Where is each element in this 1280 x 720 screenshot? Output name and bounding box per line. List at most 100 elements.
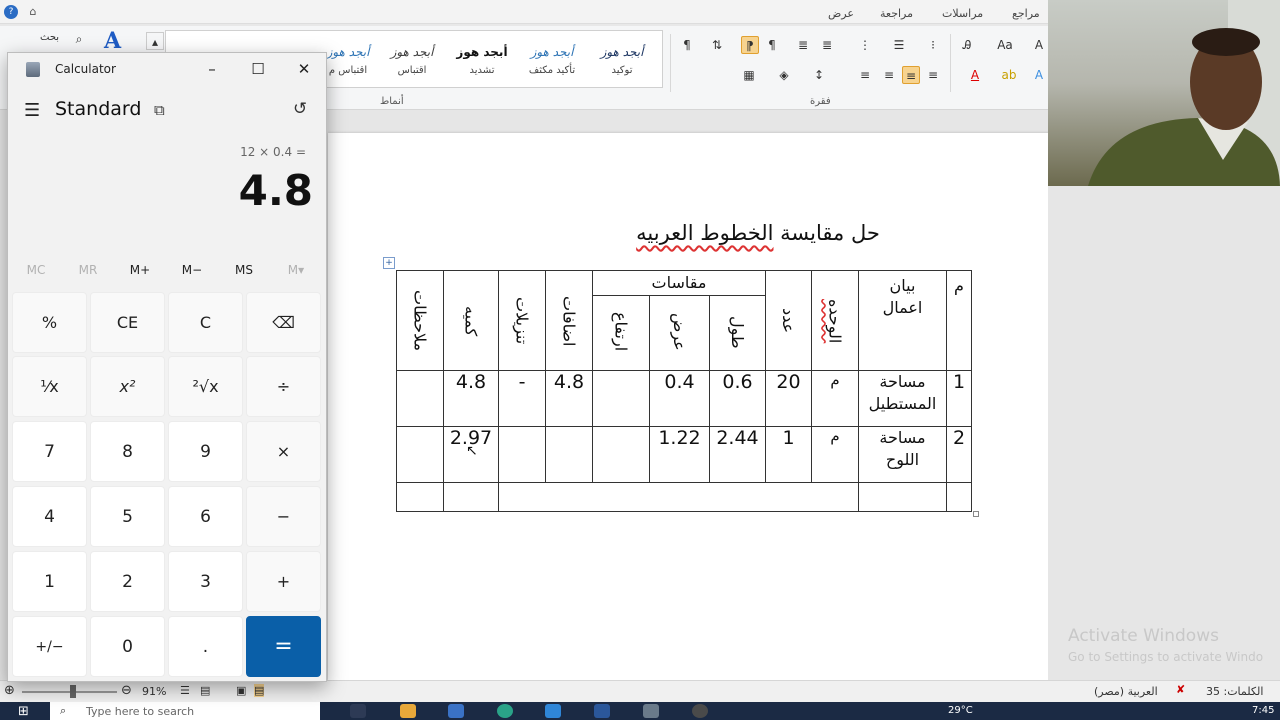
cell-desc[interactable]: مساحة المستطيل	[858, 370, 947, 427]
digit-7-button[interactable]: 7	[12, 421, 87, 482]
cell-length[interactable]: 2.44	[709, 426, 766, 483]
task-view-icon[interactable]	[350, 704, 366, 718]
style-quote[interactable]: أبجد هوز اقتباس	[376, 35, 448, 85]
cell-deductions[interactable]: -	[498, 370, 546, 427]
square-button[interactable]: x²	[90, 356, 165, 417]
hamburger-menu-icon[interactable]: ☰	[24, 100, 40, 121]
text-effects-icon[interactable]: A	[1030, 66, 1048, 84]
search-label[interactable]: بحث	[40, 32, 59, 43]
cell-additions[interactable]: 4.8	[545, 370, 593, 427]
close-icon[interactable]: ✕	[289, 57, 319, 81]
tab-view[interactable]: عرض	[828, 7, 854, 20]
cell-unit[interactable]: م	[811, 426, 859, 483]
keep-on-top-icon[interactable]: ⧉	[154, 101, 165, 119]
rtl-direction-icon[interactable]: ¶	[763, 36, 781, 54]
indent-icon[interactable]: ≣	[794, 36, 812, 54]
search-icon[interactable]: ⌕	[70, 30, 88, 48]
cell-empty[interactable]	[946, 482, 972, 512]
borders-icon[interactable]: ▦	[740, 66, 758, 84]
cell-unit[interactable]: م	[811, 370, 859, 427]
pilcrow-icon[interactable]: ¶	[678, 36, 696, 54]
digit-4-button[interactable]: 4	[12, 486, 87, 547]
add-button[interactable]: +	[246, 551, 321, 612]
square-root-button[interactable]: ²√x	[168, 356, 243, 417]
table-move-icon[interactable]: +	[383, 257, 395, 269]
ltr-direction-icon[interactable]: ⁋	[741, 36, 759, 54]
cell-desc[interactable]: مساحة اللوح	[858, 426, 947, 483]
cell-height[interactable]	[592, 370, 650, 427]
table-resize-handle[interactable]	[973, 511, 979, 517]
memory-recall-button[interactable]: MR	[66, 263, 110, 277]
calculator-window[interactable]: Calculator – ☐ ✕ ☰ Standard ⧉ ↺ 12 × 0.4…	[7, 52, 327, 682]
zoom-thumb[interactable]	[70, 685, 76, 698]
style-intense-emphasis[interactable]: أبجد هوز تأكيد مكثف	[516, 35, 588, 85]
grow-font-icon[interactable]: A	[1030, 36, 1048, 54]
line-spacing-icon[interactable]: ↕	[810, 66, 828, 84]
web-layout-icon[interactable]: ▣	[236, 684, 246, 697]
minimize-icon[interactable]: –	[197, 57, 227, 81]
memory-subtract-button[interactable]: M−	[170, 263, 214, 277]
memory-list-button[interactable]: M▾	[274, 263, 318, 277]
gallery-scroll-icon[interactable]: ▴	[146, 32, 164, 50]
cell-additions[interactable]	[545, 426, 593, 483]
tab-mailings[interactable]: مراسلات	[942, 7, 983, 20]
digit-8-button[interactable]: 8	[90, 421, 165, 482]
maximize-icon[interactable]: ☐	[243, 57, 273, 81]
print-layout-icon[interactable]: ▤	[200, 684, 210, 697]
cell-width[interactable]: 0.4	[649, 370, 710, 427]
multilevel-list-icon[interactable]: ⋮	[856, 36, 874, 54]
highlight-icon[interactable]: ab	[1000, 66, 1018, 84]
cell-empty[interactable]	[396, 482, 444, 512]
clear-button[interactable]: C	[168, 292, 243, 353]
font-size-icon[interactable]: Aa	[996, 36, 1014, 54]
cell-no[interactable]: 2	[946, 426, 972, 483]
font-color-icon[interactable]: A	[966, 66, 984, 84]
reciprocal-button[interactable]: ¹⁄x	[12, 356, 87, 417]
digit-6-button[interactable]: 6	[168, 486, 243, 547]
calculator-taskbar-icon[interactable]	[643, 704, 659, 718]
cell-count[interactable]: 1	[765, 426, 812, 483]
store-icon[interactable]	[448, 704, 464, 718]
divide-button[interactable]: ÷	[246, 356, 321, 417]
cell-empty[interactable]	[858, 482, 947, 512]
cell-height[interactable]	[592, 426, 650, 483]
align-center-icon[interactable]: ≡	[902, 66, 920, 84]
cell-empty[interactable]	[443, 482, 499, 512]
cell-count[interactable]: 20	[765, 370, 812, 427]
outdent-icon[interactable]: ≣	[818, 36, 836, 54]
cell-empty[interactable]	[498, 482, 859, 512]
cell-qty[interactable]: 4.8	[443, 370, 499, 427]
sort-icon[interactable]: ⇅	[708, 36, 726, 54]
memory-clear-button[interactable]: MC	[14, 263, 58, 277]
clock-time[interactable]: 7:45	[1252, 705, 1274, 716]
clear-entry-button[interactable]: CE	[90, 292, 165, 353]
digit-5-button[interactable]: 5	[90, 486, 165, 547]
numbering-icon[interactable]: ☰	[890, 36, 908, 54]
cell-deductions[interactable]	[498, 426, 546, 483]
tab-references[interactable]: مراجع	[1012, 7, 1040, 20]
style-emphasis[interactable]: أبجد هوز توكيد	[586, 35, 658, 85]
percent-button[interactable]: %	[12, 292, 87, 353]
backspace-button[interactable]: ⌫	[246, 292, 321, 353]
digit-9-button[interactable]: 9	[168, 421, 243, 482]
windows-start-icon[interactable]: ⊞	[18, 704, 29, 719]
cell-width[interactable]: 1.22	[649, 426, 710, 483]
negate-button[interactable]: +/−	[12, 616, 87, 677]
subtract-button[interactable]: −	[246, 486, 321, 547]
taskbar-search[interactable]: ⌕ Type here to search	[50, 702, 320, 720]
decimal-button[interactable]: .	[168, 616, 243, 677]
outlook-icon[interactable]	[545, 704, 561, 718]
language-status[interactable]: العربية (مصر)	[1094, 685, 1158, 698]
style-strong[interactable]: أبجد هوز تشديد	[446, 35, 518, 85]
digit-1-button[interactable]: 1	[12, 551, 87, 612]
proofing-icon[interactable]: ✘	[1176, 683, 1185, 696]
estimate-table[interactable]: ملاحظات كميه تنزيلات اضافات مقاسات عدد ا…	[396, 270, 972, 512]
digit-0-button[interactable]: 0	[90, 616, 165, 677]
cell-no[interactable]: 1	[946, 370, 972, 427]
zoom-level[interactable]: 91%	[142, 685, 166, 698]
read-mode-icon[interactable]: ☰	[180, 684, 190, 697]
multiply-button[interactable]: ×	[246, 421, 321, 482]
cell-notes[interactable]	[396, 370, 444, 427]
align-left-icon[interactable]: ≡	[880, 66, 898, 84]
cell-notes[interactable]	[396, 426, 444, 483]
